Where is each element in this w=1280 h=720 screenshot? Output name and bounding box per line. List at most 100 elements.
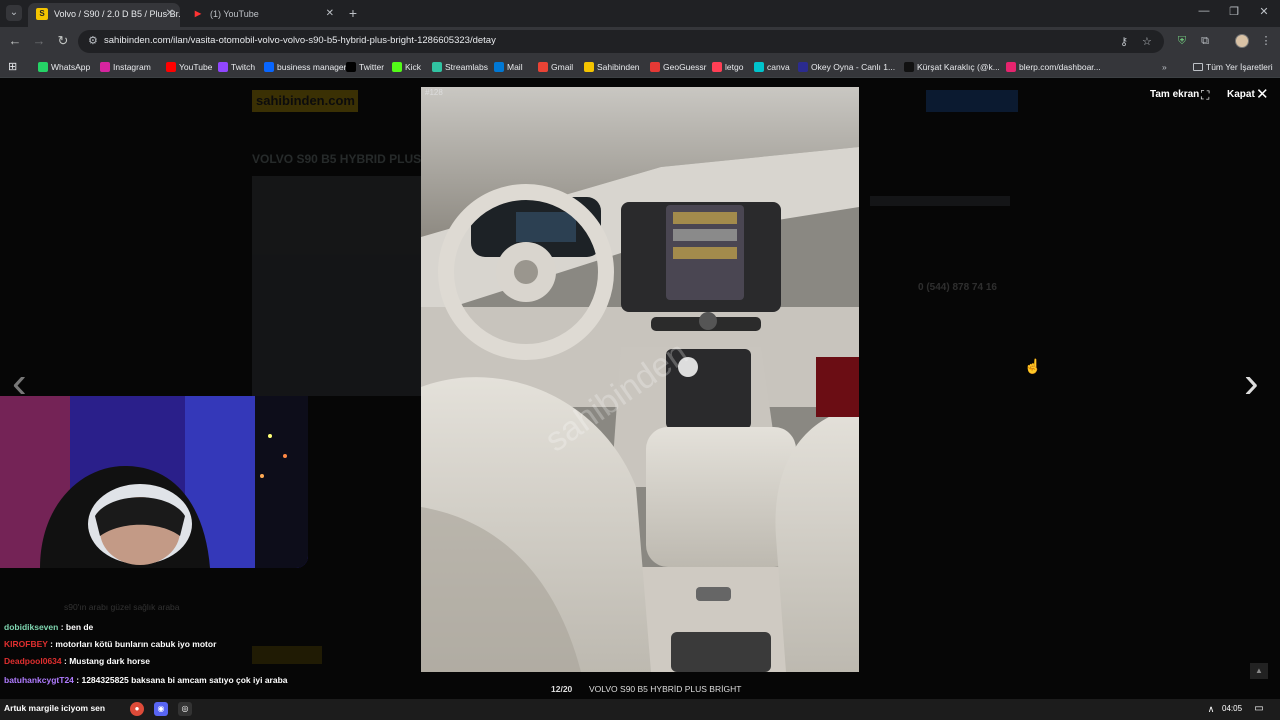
menu-kebab-icon[interactable]: ⋮ [1258, 33, 1274, 49]
seller-phone: 0 (544) 878 74 16 [918, 282, 997, 293]
chat-username: dobidikseven [4, 622, 59, 632]
bookmark-item[interactable]: Twitch [218, 60, 255, 74]
all-bookmarks-label: Tüm Yer İşaretleri [1206, 62, 1273, 72]
bookmark-label: Kick [405, 62, 422, 72]
bookmark-label: Gmail [551, 62, 574, 72]
bookmark-item[interactable]: blerp.com/dashboar... [1006, 60, 1101, 74]
minimize-button[interactable]: — [1196, 5, 1212, 17]
chat-text: : ben de [60, 622, 94, 632]
letgo-icon [712, 62, 722, 72]
bookmark-item[interactable]: Kick [392, 60, 421, 74]
tab-close-icon[interactable]: ✕ [166, 3, 174, 25]
tray-chevron-icon[interactable]: ∧ [1204, 702, 1218, 716]
streamlabs-icon [432, 62, 442, 72]
bookmarks-bar: ⊞ WhatsApp Instagram YouTube Twitch business… [0, 56, 1280, 78]
bookmark-label: Kürşat Karaklıç (@k... [917, 62, 1000, 72]
bookmark-item[interactable]: Streamlabs [432, 60, 488, 74]
x-icon [346, 62, 356, 72]
bookmark-label: Streamlabs [445, 62, 488, 72]
chat-message: dobidikseven : ben de [4, 622, 300, 632]
bookmark-item[interactable]: business manager [264, 60, 346, 74]
bookmark-label: Twitch [231, 62, 256, 72]
bookmark-star-icon[interactable]: ☆ [1142, 35, 1152, 48]
new-tab-button[interactable]: + [345, 4, 361, 22]
bookmark-item[interactable]: Sahibinden [584, 60, 640, 74]
back-button[interactable]: ← [6, 32, 24, 50]
listing-photo-bg [252, 176, 422, 396]
blerp-icon [1006, 62, 1016, 72]
site-info-icon[interactable]: ⚙ [88, 34, 98, 47]
listing-title: VOLVO S90 B5 HYBRID PLUS [252, 152, 422, 166]
close-lightbox-label[interactable]: Kapat [1227, 89, 1255, 100]
bookmark-label: Instagram [113, 62, 151, 72]
tiktok-icon [904, 62, 914, 72]
page-viewport: sahibinden.com VOLVO S90 B5 HYBRID PLUS … [0, 78, 1280, 699]
mouse-cursor-icon: ☝ [1024, 358, 1042, 374]
bookmark-label: letgo [725, 62, 744, 72]
chat-text: : Mustang dark horse [64, 656, 150, 666]
youtube-icon [166, 62, 176, 72]
bookmark-label: YouTube [179, 62, 213, 72]
restore-button[interactable]: ❐ [1226, 5, 1242, 18]
photo-caption: VOLVO S90 B5 HYBRİD PLUS BRİGHT [589, 684, 742, 694]
listing-photo-car-interior: sahibinden [421, 87, 859, 672]
photo-index-label: #128 [425, 88, 443, 97]
extensions-puzzle-icon[interactable]: ⧉ [1197, 33, 1213, 49]
bookmark-item[interactable]: Kürşat Karaklıç (@k... [904, 60, 1000, 74]
chat-message: Deadpool0634 : Mustang dark horse [4, 656, 300, 666]
extension-shield-icon[interactable]: ⛨ [1174, 33, 1190, 49]
bookmark-item[interactable]: Mail [494, 60, 523, 74]
fullscreen-label[interactable]: Tam ekran [1150, 89, 1199, 100]
webcam-overlay [0, 396, 308, 568]
bookmark-item[interactable]: Okey Oyna - Canlı 1... [798, 60, 895, 74]
photo-counter: 12/20 [551, 684, 573, 694]
bookmark-label: canva [767, 62, 790, 72]
next-photo-arrow-icon[interactable]: › [1244, 358, 1259, 408]
tab-title: Volvo / S90 / 2.0 D B5 / Plus Br... [54, 9, 180, 19]
window-close-button[interactable]: ✕ [1256, 5, 1272, 18]
forward-button[interactable]: → [30, 32, 48, 50]
bookmark-item[interactable]: YouTube [166, 60, 212, 74]
discord-icon[interactable]: ◉ [154, 702, 168, 716]
key-icon[interactable]: ⚷ [1120, 35, 1128, 48]
bookmark-item[interactable]: WhatsApp [38, 60, 90, 74]
scroll-to-top-icon[interactable]: ▲ [1250, 663, 1268, 679]
twitch-icon [218, 62, 228, 72]
bookmark-item[interactable]: letgo [712, 60, 743, 74]
bookmark-item[interactable]: canva [754, 60, 790, 74]
instagram-icon [100, 62, 110, 72]
profile-avatar[interactable] [1235, 34, 1249, 48]
bookmark-label: GeoGuessr [663, 62, 707, 72]
whatsapp-icon [38, 62, 48, 72]
mail-icon [494, 62, 504, 72]
site-logo: sahibinden.com [252, 90, 358, 112]
obs-icon[interactable]: ◎ [178, 702, 192, 716]
tab-close-icon[interactable]: ✕ [326, 3, 334, 25]
gmail-icon [538, 62, 548, 72]
chat-username: Deadpool0634 [4, 656, 62, 666]
address-bar[interactable]: ⚙ sahibinden.com/ilan/vasita-otomobil-vo… [78, 30, 1164, 53]
bookmark-label: business manager [277, 62, 347, 72]
fullscreen-icon[interactable]: ⛶ [1201, 88, 1209, 103]
apps-grid-icon[interactable]: ⊞ [8, 60, 17, 74]
all-bookmarks-folder[interactable]: Tüm Yer İşaretleri [1193, 60, 1273, 74]
bookmark-item[interactable]: GeoGuessr [650, 60, 706, 74]
bookmark-label: Twitter [359, 62, 385, 72]
chrome-icon[interactable]: ● [130, 702, 144, 716]
notification-icon[interactable]: ▭ [1252, 702, 1266, 716]
chat-message: Artuk margile iciyom sen [4, 703, 300, 713]
okey-icon [798, 62, 808, 72]
tab-youtube[interactable]: ▶ (1) YouTube ✕ [184, 3, 340, 27]
bookmark-item[interactable]: Twitter [346, 60, 384, 74]
bookmark-item[interactable]: Instagram [100, 60, 151, 74]
chat-username: batuhankcygtT24 [4, 675, 74, 685]
more-bookmarks-icon[interactable]: » [1162, 60, 1167, 74]
tab-sahibinden[interactable]: S Volvo / S90 / 2.0 D B5 / Plus Br... ✕ [28, 3, 180, 27]
bookmark-label: WhatsApp [51, 62, 91, 72]
close-icon[interactable]: ✕ [1256, 85, 1269, 103]
bookmark-item[interactable]: Gmail [538, 60, 573, 74]
tab-search-button[interactable]: ⌄ [6, 5, 22, 21]
canva-icon [754, 62, 764, 72]
reload-button[interactable]: ↻ [54, 32, 72, 50]
youtube-favicon-icon: ▶ [194, 9, 202, 18]
